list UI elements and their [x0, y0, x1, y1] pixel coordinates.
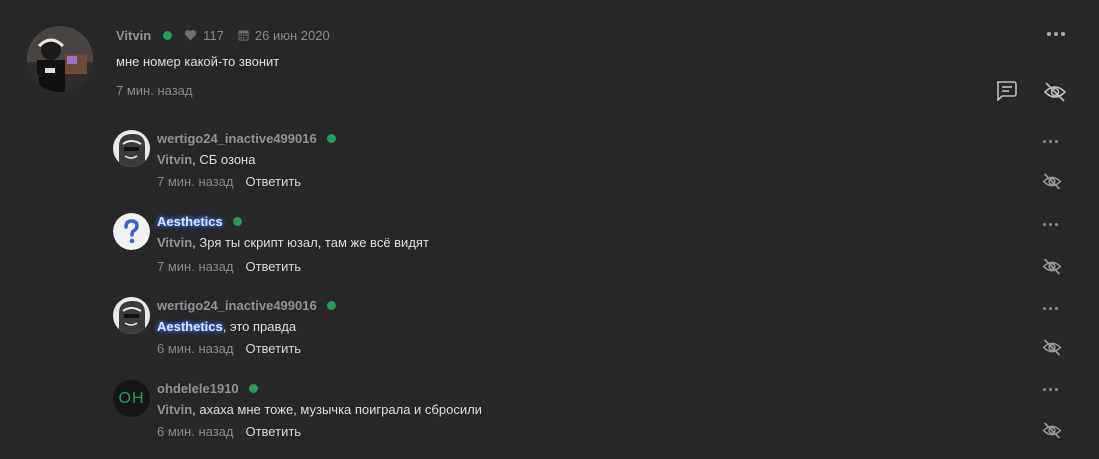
- reply-text: Vitvin, СБ озона: [157, 152, 255, 167]
- eye-off-icon[interactable]: [1043, 82, 1067, 107]
- comment-icon[interactable]: [995, 81, 1017, 106]
- comment-header: Vitvin 117 26 июн 2020: [116, 26, 330, 44]
- post-date: 26 июн 2020: [238, 28, 330, 43]
- main-comment: Vitvin 117 26 июн 2020 мне номер какой-т…: [0, 0, 1099, 120]
- online-indicator: [232, 216, 242, 226]
- comment-time: 7 мин. назад: [116, 83, 193, 98]
- reply-item: OH ohdelele1910 Vitvin, ахаха мне тоже, …: [0, 380, 1099, 459]
- reply-footer: 7 мин. назад Ответить: [157, 174, 301, 189]
- more-dots-icon[interactable]: [1043, 223, 1058, 226]
- avatar[interactable]: [113, 213, 150, 250]
- reply-button[interactable]: Ответить: [245, 424, 301, 439]
- more-dots-icon[interactable]: [1047, 32, 1065, 36]
- mention-link[interactable]: Aesthetics: [157, 319, 223, 334]
- reply-time: 7 мин. назад: [157, 174, 234, 189]
- reply-header: ohdelele1910: [157, 380, 258, 396]
- likes-count: 117: [203, 27, 224, 43]
- reply-item: wertigo24_inactive499016 Vitvin, СБ озон…: [0, 130, 1099, 212]
- author-name[interactable]: Aesthetics: [157, 214, 223, 229]
- reply-footer: 7 мин. назад Ответить: [157, 259, 301, 274]
- reply-item: wertigo24_inactive499016 Aesthetics, это…: [0, 297, 1099, 379]
- comment-thread: Vitvin 117 26 июн 2020 мне номер какой-т…: [0, 0, 1099, 459]
- more-dots-icon[interactable]: [1043, 307, 1058, 310]
- mention-link[interactable]: Vitvin: [157, 152, 192, 167]
- author-name[interactable]: wertigo24_inactive499016: [157, 131, 317, 146]
- reply-button[interactable]: Ответить: [245, 174, 301, 189]
- reply-footer: 6 мин. назад Ответить: [157, 341, 301, 356]
- author-name[interactable]: Vitvin: [116, 28, 151, 43]
- eye-off-icon[interactable]: [1042, 339, 1062, 361]
- likes: 117: [184, 28, 224, 43]
- reply-message: , Зря ты скрипт юзал, там же всё видят: [192, 235, 429, 250]
- online-indicator: [163, 30, 173, 40]
- avatar[interactable]: [113, 297, 150, 334]
- reply-header: wertigo24_inactive499016: [157, 130, 336, 146]
- reply-text: Vitvin, Зря ты скрипт юзал, там же всё в…: [157, 235, 429, 250]
- reply-text: Vitvin, ахаха мне тоже, музычка поиграла…: [157, 402, 482, 417]
- reply-item: Aesthetics Vitvin, Зря ты скрипт юзал, т…: [0, 213, 1099, 295]
- avatar[interactable]: OH: [113, 380, 150, 417]
- reply-text: Aesthetics, это правда: [157, 319, 296, 334]
- online-indicator: [248, 383, 258, 393]
- eye-off-icon[interactable]: [1042, 173, 1062, 195]
- reply-time: 6 мин. назад: [157, 341, 234, 356]
- date-text: 26 июн 2020: [254, 27, 330, 43]
- reply-header: Aesthetics: [157, 213, 242, 229]
- reply-time: 7 мин. назад: [157, 259, 234, 274]
- reply-message: , ахаха мне тоже, музычка поиграла и сбр…: [192, 402, 482, 417]
- heart-icon: [184, 30, 197, 41]
- comment-text: мне номер какой-то звонит: [116, 54, 280, 69]
- calendar-icon: [238, 30, 249, 41]
- author-name[interactable]: ohdelele1910: [157, 381, 239, 396]
- reply-time: 6 мин. назад: [157, 424, 234, 439]
- reply-button[interactable]: Ответить: [245, 341, 301, 356]
- reply-message: , СБ озона: [192, 152, 256, 167]
- more-dots-icon[interactable]: [1043, 388, 1058, 391]
- avatar[interactable]: [113, 130, 150, 167]
- reply-footer: 6 мин. назад Ответить: [157, 424, 301, 439]
- author-name[interactable]: wertigo24_inactive499016: [157, 298, 317, 313]
- mention-link[interactable]: Vitvin: [157, 235, 192, 250]
- online-indicator: [326, 300, 336, 310]
- reply-message: , это правда: [222, 319, 297, 334]
- eye-off-icon[interactable]: [1042, 258, 1062, 280]
- online-indicator: [326, 133, 336, 143]
- avatar-initials: OH: [118, 389, 145, 407]
- avatar[interactable]: [27, 26, 93, 92]
- mention-link[interactable]: Vitvin: [157, 402, 192, 417]
- more-dots-icon[interactable]: [1043, 140, 1058, 143]
- reply-header: wertigo24_inactive499016: [157, 297, 336, 313]
- eye-off-icon[interactable]: [1042, 422, 1062, 444]
- reply-button[interactable]: Ответить: [245, 259, 301, 274]
